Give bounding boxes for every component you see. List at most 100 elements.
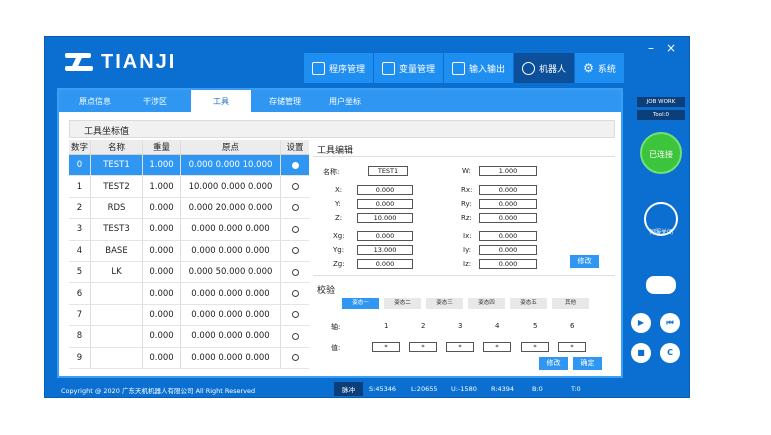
table-row[interactable]: 1 TEST2 1.000 10.000 0.000 0.000 bbox=[69, 176, 309, 198]
radio-button[interactable] bbox=[291, 268, 299, 276]
play-icon[interactable]: ▶ bbox=[631, 313, 651, 333]
nav-program[interactable]: 程序管理 bbox=[304, 53, 375, 83]
tab-other[interactable]: 其他 bbox=[552, 298, 589, 309]
axis-2: 2 bbox=[421, 322, 426, 330]
value-field-2[interactable]: * bbox=[409, 342, 437, 352]
connection-status[interactable]: 已连接 bbox=[640, 132, 682, 174]
value-field-1[interactable]: * bbox=[372, 342, 400, 352]
cell-weight: 0.000 bbox=[143, 219, 181, 240]
cell-name: TEST3 bbox=[91, 219, 143, 240]
nav-system[interactable]: ⚙ 系统 bbox=[575, 53, 625, 83]
tab-origin-info[interactable]: 原点信息 bbox=[65, 90, 125, 112]
tool-modify-button[interactable]: 修改 bbox=[570, 255, 599, 268]
yg-field[interactable]: 13.000 bbox=[357, 245, 413, 255]
y-field[interactable]: 0.000 bbox=[357, 199, 413, 209]
confirm-button[interactable]: 确定 bbox=[573, 357, 602, 370]
radio-button[interactable] bbox=[291, 354, 299, 362]
status-t: T:0 bbox=[571, 385, 581, 393]
zg-field[interactable]: 0.000 bbox=[357, 259, 413, 269]
cell-weight: 0.000 bbox=[143, 240, 181, 261]
yg-label: Yg: bbox=[333, 246, 345, 254]
w-field[interactable]: 1.000 bbox=[479, 166, 537, 176]
radio-button[interactable] bbox=[291, 247, 299, 255]
tab-user-coord[interactable]: 用户坐标 bbox=[315, 90, 375, 112]
tool-table: 数字 名称 重量 原点 设置 0 TEST1 1.000 0.000 0.000 10… bbox=[69, 140, 309, 369]
axis-3: 3 bbox=[458, 322, 463, 330]
z-field[interactable]: 10.000 bbox=[357, 213, 413, 223]
x-label: X: bbox=[335, 186, 343, 194]
cell-num: 4 bbox=[69, 240, 91, 261]
minimize-button[interactable]: – bbox=[643, 41, 659, 55]
close-button[interactable]: × bbox=[663, 41, 679, 55]
table-row[interactable]: 8 0.000 0.000 0.000 0.000 bbox=[69, 326, 309, 348]
iy-field[interactable]: 0.000 bbox=[479, 245, 537, 255]
ix-field[interactable]: 0.000 bbox=[479, 231, 537, 241]
cell-set bbox=[281, 283, 309, 303]
brand-name: TIANJI bbox=[101, 50, 177, 73]
tab-pose-5[interactable]: 姿态五 bbox=[510, 298, 547, 309]
value-field-3[interactable]: * bbox=[446, 342, 474, 352]
tab-interference[interactable]: 干涉区 bbox=[125, 90, 185, 112]
xg-field[interactable]: 0.000 bbox=[357, 231, 413, 241]
radio-button[interactable] bbox=[291, 290, 299, 298]
nav-robot[interactable]: 机器人 bbox=[514, 53, 576, 83]
ry-field[interactable]: 0.000 bbox=[479, 199, 537, 209]
cell-weight: 1.000 bbox=[143, 155, 181, 176]
cell-num: 7 bbox=[69, 304, 91, 326]
iz-label: Iz: bbox=[463, 260, 472, 268]
panel-title-bar: 工具坐标值 bbox=[69, 120, 615, 138]
cell-num: 8 bbox=[69, 326, 91, 347]
iz-field[interactable]: 0.000 bbox=[479, 259, 537, 269]
cell-name bbox=[91, 326, 143, 347]
table-row[interactable]: 2 RDS 0.000 0.000 20.000 0.000 bbox=[69, 197, 309, 220]
nav-label: 机器人 bbox=[539, 64, 567, 75]
clear-icon[interactable]: C bbox=[660, 343, 680, 363]
rz-label: Rz: bbox=[461, 214, 472, 222]
table-row[interactable]: 9 0.000 0.000 0.000 0.000 bbox=[69, 347, 309, 369]
table-row[interactable]: 7 0.000 0.000 0.000 0.000 bbox=[69, 304, 309, 327]
rz-field[interactable]: 0.000 bbox=[479, 213, 537, 223]
y-label: Y: bbox=[335, 200, 341, 208]
value-field-4[interactable]: * bbox=[483, 342, 511, 352]
tab-pose-4[interactable]: 姿态四 bbox=[468, 298, 505, 309]
rx-field[interactable]: 0.000 bbox=[479, 185, 537, 195]
tab-storage[interactable]: 存储管理 bbox=[255, 90, 315, 112]
ry-label: Ry: bbox=[461, 200, 472, 208]
stop-icon[interactable]: ■ bbox=[631, 343, 651, 363]
cell-weight: 0.000 bbox=[143, 197, 181, 219]
radio-button[interactable] bbox=[291, 204, 299, 212]
cell-weight: 0.000 bbox=[143, 261, 181, 283]
radio-selected[interactable] bbox=[291, 161, 299, 169]
copyright-text: Copyright @ 2020 广东天机机器人有限公司 All Right R… bbox=[61, 387, 256, 395]
table-row[interactable]: 6 0.000 0.000 0.000 0.000 bbox=[69, 283, 309, 305]
variable-icon bbox=[382, 61, 396, 75]
calibration-modify-button[interactable]: 修改 bbox=[539, 357, 568, 370]
table-row[interactable]: 0 TEST1 1.000 0.000 0.000 10.000 bbox=[69, 155, 309, 177]
main-panel: 原点信息 干涉区 工具 存储管理 用户坐标 工具坐标值 数字 名称 重量 原点 … bbox=[57, 88, 623, 378]
panel-title: 工具坐标值 bbox=[84, 127, 130, 137]
tab-tool[interactable]: 工具 bbox=[191, 90, 251, 112]
w-label: W: bbox=[462, 167, 471, 175]
table-row[interactable]: 3 TEST3 0.000 0.000 0.000 0.000 bbox=[69, 219, 309, 241]
ix-label: Ix: bbox=[463, 232, 472, 240]
step-back-icon[interactable]: ⏮ bbox=[660, 313, 680, 333]
gamepad-icon[interactable] bbox=[646, 276, 676, 294]
cell-weight: 0.000 bbox=[143, 326, 181, 347]
rx-label: Rx: bbox=[461, 186, 473, 194]
name-field[interactable]: TEST1 bbox=[368, 166, 408, 176]
radio-button[interactable] bbox=[291, 225, 299, 233]
value-field-6[interactable]: * bbox=[558, 342, 586, 352]
tab-pose-1[interactable]: 姿态一 bbox=[342, 298, 379, 309]
radio-button[interactable] bbox=[291, 332, 299, 340]
nav-variable[interactable]: 变量管理 bbox=[374, 53, 445, 83]
cell-name: LK bbox=[91, 261, 143, 283]
tab-pose-2[interactable]: 姿态二 bbox=[384, 298, 421, 309]
table-row[interactable]: 5 LK 0.000 0.000 50.000 0.000 bbox=[69, 261, 309, 284]
nav-io[interactable]: 输入输出 bbox=[444, 53, 515, 83]
radio-button[interactable] bbox=[291, 311, 299, 319]
x-field[interactable]: 0.000 bbox=[357, 185, 413, 195]
radio-button[interactable] bbox=[291, 183, 299, 191]
value-field-5[interactable]: * bbox=[521, 342, 549, 352]
tab-pose-3[interactable]: 姿态三 bbox=[426, 298, 463, 309]
table-row[interactable]: 4 BASE 0.000 0.000 0.000 0.000 bbox=[69, 240, 309, 262]
